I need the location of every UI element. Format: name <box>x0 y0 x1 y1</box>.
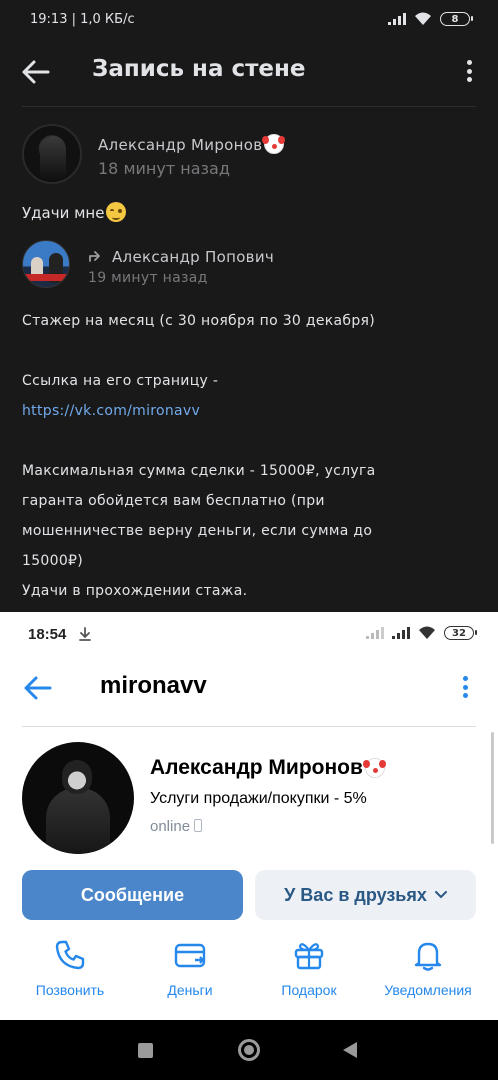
post-text: Удачи мне <box>22 204 105 222</box>
notifications-label: Уведомления <box>384 982 472 998</box>
scrollbar[interactable] <box>491 732 494 844</box>
battery-icon: 8 <box>440 12 473 26</box>
signal-icon <box>392 627 410 639</box>
gift-action[interactable]: Подарок <box>249 938 369 1012</box>
gift-label: Подарок <box>281 982 337 998</box>
bell-icon <box>414 942 442 971</box>
app-header: mironavv <box>0 656 498 720</box>
avatar[interactable] <box>22 742 134 854</box>
author-name: Александр Миронов <box>98 136 263 154</box>
profile-status: Услуги продажи/покупки - 5% <box>150 790 367 807</box>
call-action[interactable]: Позвонить <box>10 938 130 1012</box>
friends-button[interactable]: У Вас в друзьях <box>255 870 476 920</box>
light-profile-screen: 18:54 32 mironavv Александр Миронов Услу… <box>0 612 498 1020</box>
author-avatar[interactable] <box>22 124 82 184</box>
more-vertical-icon[interactable] <box>460 676 470 702</box>
repost-header: Александр Попович 19 минут назад <box>22 240 482 290</box>
status-time: 19:13 | 1,0 КБ/с <box>30 12 135 27</box>
face-emoji-icon <box>106 202 127 222</box>
status-bar: 18:54 32 <box>0 612 498 656</box>
divider <box>22 726 476 727</box>
post-time: 18 минут назад <box>98 159 230 178</box>
more-vertical-icon[interactable] <box>464 60 474 86</box>
back-arrow-icon[interactable] <box>22 674 54 702</box>
divider <box>22 106 476 107</box>
money-action[interactable]: Деньги <box>130 938 250 1012</box>
repost-line: 15000₽) <box>22 553 84 569</box>
profile-link[interactable]: https://vk.com/mironavv <box>22 403 200 419</box>
repost-time: 19 минут назад <box>88 270 208 286</box>
status-icons: 32 <box>366 626 477 640</box>
wallet-icon <box>174 943 206 968</box>
signal-icon <box>366 627 384 639</box>
mobile-icon <box>194 819 203 832</box>
phone-icon <box>55 940 85 970</box>
status-icons: 8 <box>388 12 473 26</box>
repost-line: гаранта обойдется вам бесплатно (при <box>22 493 325 509</box>
notifications-action[interactable]: Уведомления <box>368 938 488 1012</box>
repost-line: Удачи в прохождении стажа. <box>22 583 248 599</box>
online-status-row: online <box>150 818 203 835</box>
battery-icon: 32 <box>444 626 477 640</box>
post-author: Александр Миронов 18 минут назад <box>22 124 482 188</box>
message-button[interactable]: Сообщение <box>22 870 243 920</box>
recent-apps-button[interactable] <box>138 1043 153 1058</box>
download-icon <box>79 627 91 641</box>
repost-line: Стажер на месяц (с 30 ноября по 30 декаб… <box>22 313 376 329</box>
system-navigation-bar <box>0 1020 498 1080</box>
wifi-icon <box>415 12 431 25</box>
friends-button-label: У Вас в друзьях <box>284 884 427 905</box>
profile-actions: Позвонить Деньги Подарок Уведомления <box>0 938 498 1012</box>
wifi-icon <box>419 626 435 639</box>
app-header: Запись на стене <box>0 42 498 104</box>
page-title: mironavv <box>100 672 207 699</box>
repost-text: Стажер на месяц (с 30 ноября по 30 декаб… <box>22 306 482 606</box>
chevron-down-icon <box>434 891 447 899</box>
home-button[interactable] <box>238 1039 260 1061</box>
call-label: Позвонить <box>35 982 105 998</box>
profile-name: Александр Миронов <box>150 756 363 779</box>
repost-line: Ссылка на его страницу - <box>22 373 219 389</box>
money-label: Деньги <box>167 982 213 998</box>
repost-author-avatar[interactable] <box>22 240 70 288</box>
post-text-row: Удачи мне <box>22 202 127 222</box>
profile-card: Александр Миронов Услуги продажи/покупки… <box>22 742 482 854</box>
signal-icon <box>388 13 406 25</box>
clown-face-icon <box>262 134 285 154</box>
dark-wall-post-screen: 19:13 | 1,0 КБ/с 8 Запись на стене Алекс… <box>0 0 498 612</box>
status-bar: 19:13 | 1,0 КБ/с 8 <box>0 0 498 42</box>
gift-icon <box>294 943 324 970</box>
repost-line: Максимальная сумма сделки - 15000₽, услу… <box>22 463 376 479</box>
clown-face-icon <box>362 758 385 778</box>
online-status: online <box>150 818 191 835</box>
page-title: Запись на стене <box>92 56 306 82</box>
profile-name-row: Александр Миронов <box>150 756 385 780</box>
back-button[interactable] <box>343 1042 357 1058</box>
repost-line: мошенничестве верну деньги, если сумма д… <box>22 523 373 539</box>
back-arrow-icon[interactable] <box>20 58 52 86</box>
author-name-row[interactable]: Александр Миронов <box>98 134 285 154</box>
share-icon <box>89 251 100 262</box>
repost-author-name[interactable]: Александр Попович <box>112 248 274 266</box>
status-time: 18:54 <box>28 626 67 643</box>
